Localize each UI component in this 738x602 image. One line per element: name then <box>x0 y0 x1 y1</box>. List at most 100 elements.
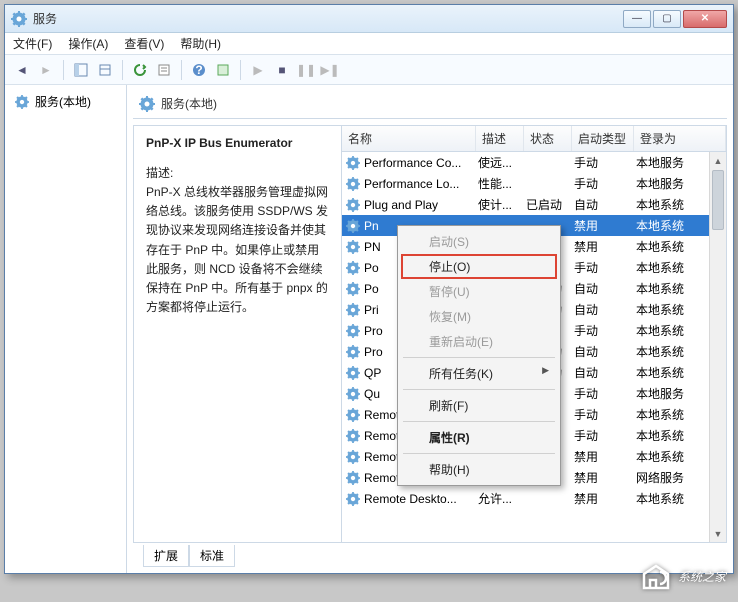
start-service-button[interactable]: ▶ <box>247 59 269 81</box>
cell-startup: 手动 <box>574 406 636 423</box>
cell-desc: 使计... <box>478 196 526 213</box>
cell-startup: 自动 <box>574 196 636 213</box>
watermark: 系统之家 <box>638 558 726 594</box>
service-icon <box>346 471 360 485</box>
service-icon <box>346 198 360 212</box>
cell-startup: 禁用 <box>574 448 636 465</box>
refresh-button[interactable] <box>129 59 151 81</box>
cell-startup: 自动 <box>574 343 636 360</box>
service-icon <box>346 324 360 338</box>
cell-startup: 自动 <box>574 301 636 318</box>
toolbar: ◄ ► ? ▶ ■ ❚❚ ▶❚ <box>5 55 733 85</box>
vertical-scrollbar[interactable]: ▲ ▼ <box>709 152 726 542</box>
service-icon <box>346 156 360 170</box>
menu-refresh[interactable]: 刷新(F) <box>401 393 557 418</box>
scroll-down-icon[interactable]: ▼ <box>710 525 726 542</box>
content-header: 服务(本地) <box>133 91 727 116</box>
cell-startup: 手动 <box>574 175 636 192</box>
action-button[interactable] <box>212 59 234 81</box>
service-icon <box>346 387 360 401</box>
service-icon <box>346 261 360 275</box>
cell-startup: 手动 <box>574 259 636 276</box>
cell-startup: 禁用 <box>574 217 636 234</box>
menubar: 文件(F) 操作(A) 查看(V) 帮助(H) <box>5 33 733 55</box>
properties-button[interactable] <box>153 59 175 81</box>
cell-name: Performance Co... <box>364 156 478 170</box>
services-icon <box>11 11 27 27</box>
menu-stop[interactable]: 停止(O) <box>401 254 557 279</box>
tab-standard[interactable]: 标准 <box>189 545 235 567</box>
service-icon <box>346 492 360 506</box>
cell-desc: 性能... <box>478 175 526 192</box>
services-icon <box>139 96 155 112</box>
export-list-button[interactable] <box>94 59 116 81</box>
cell-desc: 允许... <box>478 490 526 507</box>
cell-startup: 手动 <box>574 322 636 339</box>
cell-name: Remote Deskto... <box>364 492 478 506</box>
service-row[interactable]: Plug and Play使计...已启动自动本地系统 <box>342 194 726 215</box>
stop-service-button[interactable]: ■ <box>271 59 293 81</box>
cell-startup: 禁用 <box>574 490 636 507</box>
menu-help[interactable]: 帮助(H) <box>401 457 557 482</box>
tree-item-label: 服务(本地) <box>35 93 91 110</box>
menu-view[interactable]: 查看(V) <box>124 35 164 52</box>
cell-status: 已启动 <box>526 196 574 213</box>
description-label: 描述: <box>146 164 329 181</box>
cell-startup: 手动 <box>574 385 636 402</box>
tab-extended[interactable]: 扩展 <box>143 545 189 567</box>
service-icon <box>346 303 360 317</box>
cell-startup: 自动 <box>574 280 636 297</box>
cell-name: Plug and Play <box>364 198 478 212</box>
scroll-thumb[interactable] <box>712 170 724 230</box>
cell-startup: 自动 <box>574 364 636 381</box>
scroll-up-icon[interactable]: ▲ <box>710 152 726 169</box>
cell-name: Performance Lo... <box>364 177 478 191</box>
menu-properties[interactable]: 属性(R) <box>401 425 557 450</box>
service-icon <box>346 366 360 380</box>
column-status[interactable]: 状态 <box>524 126 572 151</box>
watermark-text: 系统之家 <box>678 568 726 585</box>
service-icon <box>346 450 360 464</box>
restart-service-button[interactable]: ▶❚ <box>319 59 341 81</box>
service-row[interactable]: Remote Deskto...允许...禁用本地系统 <box>342 488 726 509</box>
minimize-button[interactable]: — <box>623 10 651 28</box>
tree-item-services[interactable]: 服务(本地) <box>11 91 120 112</box>
cell-startup: 手动 <box>574 427 636 444</box>
service-icon <box>346 282 360 296</box>
description-text: PnP-X 总线枚举器服务管理虚拟网络总线。该服务使用 SSDP/WS 发现协议… <box>146 183 329 317</box>
menu-restart[interactable]: 重新启动(E) <box>401 329 557 354</box>
column-name[interactable]: 名称 <box>342 126 476 151</box>
menu-start[interactable]: 启动(S) <box>401 229 557 254</box>
maximize-button[interactable]: ▢ <box>653 10 681 28</box>
context-menu: 启动(S) 停止(O) 暂停(U) 恢复(M) 重新启动(E) 所有任务(K) … <box>397 225 561 486</box>
services-window: 服务 — ▢ ✕ 文件(F) 操作(A) 查看(V) 帮助(H) ◄ ► ? ▶… <box>4 4 734 574</box>
cell-startup: 禁用 <box>574 469 636 486</box>
service-row[interactable]: Performance Lo...性能...手动本地服务 <box>342 173 726 194</box>
menu-help[interactable]: 帮助(H) <box>180 35 221 52</box>
column-description[interactable]: 描述 <box>476 126 524 151</box>
service-row[interactable]: Performance Co...使远...手动本地服务 <box>342 152 726 173</box>
menu-action[interactable]: 操作(A) <box>68 35 108 52</box>
menu-pause[interactable]: 暂停(U) <box>401 279 557 304</box>
service-icon <box>346 177 360 191</box>
service-icon <box>346 240 360 254</box>
forward-button[interactable]: ► <box>35 59 57 81</box>
watermark-icon <box>638 558 674 594</box>
titlebar[interactable]: 服务 — ▢ ✕ <box>5 5 733 33</box>
cell-startup: 禁用 <box>574 238 636 255</box>
back-button[interactable]: ◄ <box>11 59 33 81</box>
service-icon <box>346 408 360 422</box>
help-button[interactable]: ? <box>188 59 210 81</box>
svg-text:?: ? <box>195 63 202 77</box>
menu-resume[interactable]: 恢复(M) <box>401 304 557 329</box>
show-hide-tree-button[interactable] <box>70 59 92 81</box>
menu-file[interactable]: 文件(F) <box>13 35 52 52</box>
menu-all-tasks[interactable]: 所有任务(K) <box>401 361 557 386</box>
column-logon-as[interactable]: 登录为 <box>634 126 726 151</box>
service-icon <box>346 219 360 233</box>
service-icon <box>346 429 360 443</box>
content-title: 服务(本地) <box>161 95 217 112</box>
close-button[interactable]: ✕ <box>683 10 727 28</box>
pause-service-button[interactable]: ❚❚ <box>295 59 317 81</box>
column-startup-type[interactable]: 启动类型 <box>572 126 634 151</box>
